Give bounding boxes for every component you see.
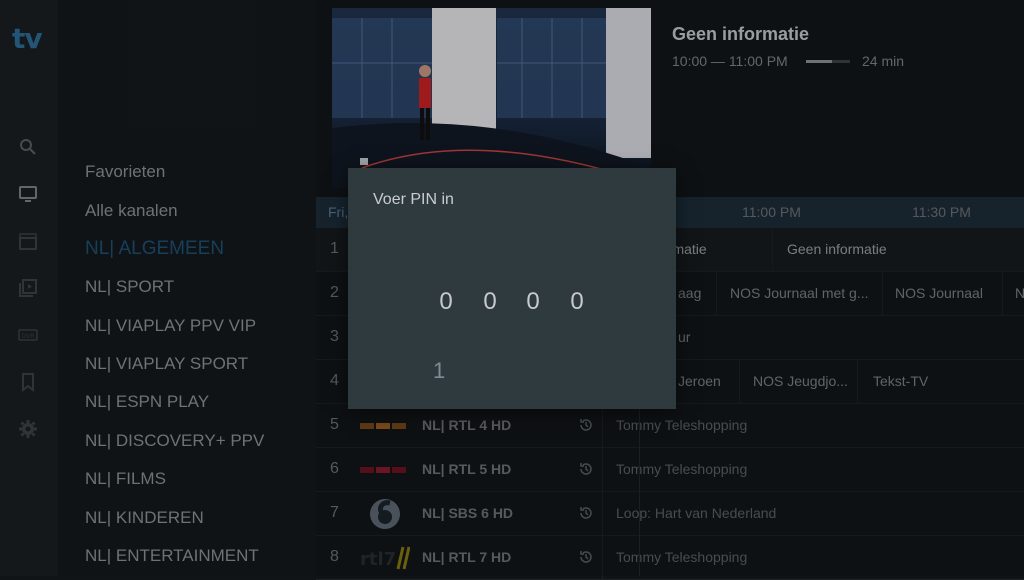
pin-digit[interactable]: 0 bbox=[523, 288, 543, 316]
pin-digit[interactable]: 0 bbox=[567, 288, 587, 316]
pin-dialog-title: Voer PIN in bbox=[373, 191, 454, 208]
pin-digit[interactable]: 0 bbox=[480, 288, 500, 316]
pin-digit[interactable]: 0 bbox=[436, 288, 456, 316]
pin-dialog: Voer PIN in 0 0 0 0 1 bbox=[348, 168, 676, 409]
keypad-key-1[interactable]: 1 bbox=[433, 358, 445, 384]
